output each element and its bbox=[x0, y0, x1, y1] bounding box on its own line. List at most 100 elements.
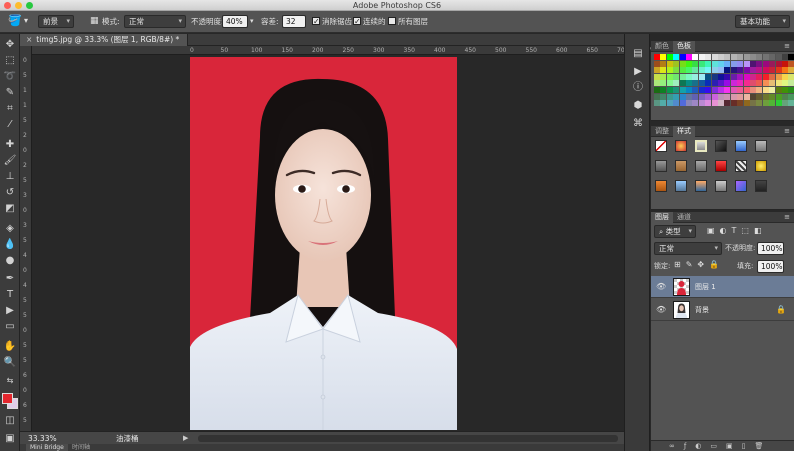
color-swatch[interactable] bbox=[718, 100, 724, 107]
style-preset[interactable] bbox=[735, 140, 747, 152]
color-swatch[interactable] bbox=[679, 80, 686, 87]
color-swatch[interactable] bbox=[698, 67, 705, 74]
style-preset[interactable] bbox=[735, 160, 747, 172]
color-swatch[interactable] bbox=[782, 100, 788, 107]
color-swatch[interactable] bbox=[698, 60, 705, 67]
eraser-tool-icon[interactable]: ◩ bbox=[3, 202, 17, 215]
color-swatch[interactable] bbox=[679, 60, 686, 67]
fill-source-select[interactable]: 前景 bbox=[38, 15, 74, 28]
color-swatch[interactable] bbox=[762, 54, 769, 60]
tool-preset-dropdown-icon[interactable]: ▾ bbox=[24, 14, 28, 27]
eye-icon[interactable]: 👁 bbox=[656, 305, 666, 314]
color-swatch[interactable] bbox=[686, 54, 692, 60]
color-swatch[interactable] bbox=[788, 67, 794, 74]
color-swatch[interactable] bbox=[743, 93, 750, 100]
color-swatch[interactable] bbox=[724, 93, 731, 100]
tab-styles[interactable]: 样式 bbox=[673, 126, 695, 137]
tab-layers[interactable]: 图层 bbox=[651, 212, 673, 223]
document-tab[interactable]: × timg5.jpg @ 33.3% (图层 1, RGB/8#) * bbox=[20, 34, 188, 46]
color-swatch[interactable] bbox=[698, 93, 705, 100]
color-swatch[interactable] bbox=[743, 73, 750, 80]
color-swatch[interactable] bbox=[679, 100, 686, 107]
shape-tool-icon[interactable]: ▭ bbox=[3, 320, 17, 333]
color-swatch[interactable] bbox=[769, 87, 776, 93]
color-swatch[interactable] bbox=[737, 93, 744, 100]
color-swatch[interactable] bbox=[673, 60, 680, 67]
color-swatch[interactable] bbox=[673, 54, 680, 60]
all-layers-checkbox[interactable]: 所有图层 bbox=[388, 15, 428, 28]
color-swatch[interactable] bbox=[705, 100, 712, 107]
color-swatch[interactable] bbox=[660, 93, 667, 100]
tab-color[interactable]: 颜色 bbox=[651, 41, 673, 52]
color-swatch[interactable] bbox=[750, 87, 756, 93]
color-swatch[interactable] bbox=[654, 67, 660, 74]
color-swatch[interactable] bbox=[679, 73, 686, 80]
panel-menu-icon[interactable]: ≡ bbox=[784, 126, 790, 137]
color-swatch[interactable] bbox=[666, 100, 673, 107]
color-swatch[interactable] bbox=[737, 54, 744, 60]
color-swatch[interactable] bbox=[666, 80, 673, 87]
color-swatch[interactable] bbox=[686, 67, 692, 74]
color-swatch[interactable] bbox=[756, 73, 763, 80]
move-tool-icon[interactable]: ✥ bbox=[3, 38, 17, 51]
color-swatch[interactable] bbox=[775, 73, 782, 80]
color-swatch[interactable] bbox=[666, 93, 673, 100]
color-swatch[interactable] bbox=[673, 80, 680, 87]
color-swatch[interactable] bbox=[654, 93, 660, 100]
color-swatch[interactable] bbox=[679, 67, 686, 74]
blur-tool-icon[interactable]: 💧 bbox=[3, 238, 17, 251]
color-swatch[interactable] bbox=[769, 73, 776, 80]
color-swatch[interactable] bbox=[788, 80, 794, 87]
color-swatch[interactable] bbox=[756, 87, 763, 93]
color-swatch[interactable] bbox=[788, 60, 794, 67]
layer-footer-icons[interactable]: ∞ƒ◐▭▣▯🗑 bbox=[669, 441, 772, 451]
tolerance-input[interactable]: 32 bbox=[282, 15, 306, 28]
color-swatch[interactable] bbox=[660, 67, 667, 74]
layer-opacity-input[interactable]: 100% bbox=[757, 242, 784, 255]
history-panel-icon[interactable]: ▤ bbox=[632, 48, 644, 60]
color-swatch[interactable] bbox=[724, 60, 731, 67]
color-swatch[interactable] bbox=[730, 80, 737, 87]
panel-menu-icon[interactable]: ≡ bbox=[784, 41, 790, 52]
color-swatch[interactable] bbox=[737, 67, 744, 74]
color-swatch[interactable] bbox=[660, 54, 667, 60]
color-swatch[interactable] bbox=[775, 80, 782, 87]
color-swatch[interactable] bbox=[673, 67, 680, 74]
color-swatch[interactable] bbox=[711, 60, 718, 67]
color-swatch[interactable] bbox=[698, 100, 705, 107]
color-swatch[interactable] bbox=[775, 87, 782, 93]
color-swatch[interactable] bbox=[782, 67, 788, 74]
color-swatch[interactable] bbox=[718, 54, 724, 60]
layer-blend-mode-select[interactable]: 正常 bbox=[654, 242, 722, 255]
color-swatch[interactable] bbox=[788, 73, 794, 80]
brush-tool-icon[interactable]: 🖌 bbox=[3, 154, 17, 167]
color-swatch[interactable] bbox=[698, 87, 705, 93]
style-preset[interactable] bbox=[755, 180, 767, 192]
fill-input[interactable]: 100% bbox=[757, 260, 784, 273]
lasso-tool-icon[interactable]: ➰ bbox=[3, 70, 17, 83]
style-preset[interactable] bbox=[695, 180, 707, 192]
color-swatch[interactable] bbox=[788, 87, 794, 93]
color-swatch[interactable] bbox=[750, 100, 756, 107]
layer-filter-icons[interactable]: ▣◐T⬚◧ bbox=[707, 226, 767, 235]
color-swatch[interactable] bbox=[718, 93, 724, 100]
color-swatch[interactable] bbox=[666, 73, 673, 80]
style-preset[interactable] bbox=[695, 140, 707, 152]
color-swatch[interactable] bbox=[730, 100, 737, 107]
quick-select-tool-icon[interactable]: ✎ bbox=[3, 86, 17, 99]
info-panel-icon[interactable]: ⓘ bbox=[632, 82, 644, 94]
color-swatch[interactable] bbox=[769, 100, 776, 107]
workspace-select[interactable]: 基本功能 bbox=[735, 15, 790, 28]
color-swatch[interactable] bbox=[673, 87, 680, 93]
color-swatch[interactable] bbox=[775, 60, 782, 67]
color-swatch[interactable] bbox=[711, 67, 718, 74]
color-swatch[interactable] bbox=[775, 93, 782, 100]
color-swatch[interactable] bbox=[730, 87, 737, 93]
dodge-tool-icon[interactable]: ● bbox=[3, 254, 17, 267]
color-swatch[interactable] bbox=[743, 87, 750, 93]
blend-mode-select[interactable]: 正常 bbox=[124, 15, 186, 28]
color-swatch[interactable] bbox=[673, 100, 680, 107]
horizontal-scrollbar[interactable] bbox=[198, 435, 618, 442]
color-swatch[interactable] bbox=[743, 80, 750, 87]
color-swatch[interactable] bbox=[782, 80, 788, 87]
